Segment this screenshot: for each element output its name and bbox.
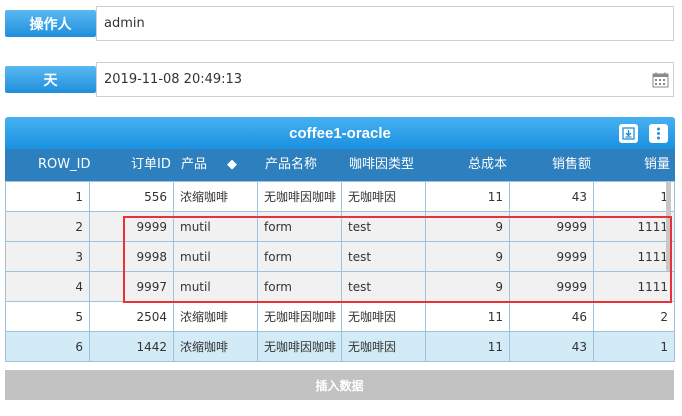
day-input[interactable]: 2019-11-08 20:49:13 [96, 62, 674, 97]
table-cell[interactable]: form [257, 271, 342, 302]
column-header-caffeine-type[interactable]: 咖啡因类型 [349, 149, 414, 181]
table-cell[interactable]: 9999 [509, 241, 594, 272]
table-cell[interactable]: 浓缩咖啡 [173, 181, 258, 212]
table-cell[interactable]: test [341, 241, 426, 272]
table-cell[interactable]: mutil [173, 271, 258, 302]
download-button[interactable] [619, 124, 638, 143]
table-cell[interactable]: 4 [5, 271, 90, 302]
table-row[interactable]: 6 1442 浓缩咖啡 无咖啡因咖啡 无咖啡因 11 43 1 [5, 331, 675, 362]
table-cell[interactable]: form [257, 211, 342, 242]
table-row[interactable]: 2 9999 mutil form test 9 9999 1111 [5, 211, 675, 242]
table-cell[interactable]: mutil [173, 241, 258, 272]
table-cell[interactable]: 556 [89, 181, 174, 212]
download-icon [622, 127, 635, 140]
table-cell[interactable]: 11 [425, 301, 510, 332]
data-table: 1 556 浓缩咖啡 无咖啡因咖啡 无咖啡因 11 43 1 2 9999 mutil form tes… [5, 181, 675, 362]
table-cell[interactable]: 11 [425, 331, 510, 362]
operator-row: 操作人 admin [5, 6, 674, 41]
table-cell[interactable]: 2 [593, 301, 675, 332]
table-cell[interactable]: 1 [5, 181, 90, 212]
table-cell[interactable]: 9997 [89, 271, 174, 302]
table-cell[interactable]: 2504 [89, 301, 174, 332]
table-cell[interactable]: 无咖啡因 [341, 331, 426, 362]
column-header-product-name[interactable]: 产品名称 [265, 149, 317, 181]
table-cell[interactable]: 46 [509, 301, 594, 332]
table-row[interactable]: 1 556 浓缩咖啡 无咖啡因咖啡 无咖啡因 11 43 1 [5, 181, 675, 212]
table-cell[interactable]: 无咖啡因 [341, 301, 426, 332]
more-button[interactable] [649, 124, 668, 143]
table-row[interactable]: 3 9998 mutil form test 9 9999 1111 [5, 241, 675, 272]
table-cell[interactable]: 1442 [89, 331, 174, 362]
table-cell[interactable]: 1111 [593, 271, 675, 302]
table-cell[interactable]: 1111 [593, 241, 675, 272]
table-cell[interactable]: 9 [425, 241, 510, 272]
table-cell[interactable]: 9 [425, 211, 510, 242]
table-cell[interactable]: 1 [593, 181, 675, 212]
operator-label: 操作人 [5, 10, 96, 37]
column-header-quantity[interactable]: 销量 [644, 149, 670, 181]
panel-title: coffee1-oracle [289, 124, 391, 142]
table-cell[interactable]: 浓缩咖啡 [173, 331, 258, 362]
table-cell[interactable]: 1 [593, 331, 675, 362]
table-cell[interactable]: 43 [509, 181, 594, 212]
table-row[interactable]: 5 2504 浓缩咖啡 无咖啡因咖啡 无咖啡因 11 46 2 [5, 301, 675, 332]
table-cell[interactable]: test [341, 271, 426, 302]
table-cell[interactable]: 无咖啡因咖啡 [257, 331, 342, 362]
column-header-row-id[interactable]: ROW_ID [38, 149, 90, 181]
operator-input[interactable]: admin [96, 6, 674, 41]
sort-indicator-icon: ◆ [227, 157, 237, 172]
day-row: 天 2019-11-08 20:49:13 [5, 62, 674, 97]
table-cell[interactable]: 无咖啡因咖啡 [257, 181, 342, 212]
table-row[interactable]: 4 9997 mutil form test 9 9999 1111 [5, 271, 675, 302]
table-cell[interactable]: 5 [5, 301, 90, 332]
table-cell[interactable]: mutil [173, 211, 258, 242]
table-cell[interactable]: 6 [5, 331, 90, 362]
table-cell[interactable]: form [257, 241, 342, 272]
table-cell[interactable]: 无咖啡因咖啡 [257, 301, 342, 332]
table-cell[interactable]: 11 [425, 181, 510, 212]
insert-data-button[interactable]: 插入数据 [5, 370, 674, 400]
table-cell[interactable]: 1111 [593, 211, 675, 242]
table-cell[interactable]: 9999 [509, 211, 594, 242]
calendar-icon[interactable] [652, 72, 669, 88]
table-cell[interactable]: 3 [5, 241, 90, 272]
scrollbar-thumb[interactable] [666, 181, 671, 271]
panel-header: coffee1-oracle [5, 117, 675, 149]
table-cell[interactable]: 9999 [89, 211, 174, 242]
table-cell[interactable]: 浓缩咖啡 [173, 301, 258, 332]
table-cell[interactable]: test [341, 211, 426, 242]
more-vertical-icon [657, 127, 660, 140]
table-cell[interactable]: 9 [425, 271, 510, 302]
column-header-product[interactable]: 产品 [181, 149, 207, 181]
table-cell[interactable]: 9999 [509, 271, 594, 302]
day-value: 2019-11-08 20:49:13 [104, 72, 243, 87]
table-cell[interactable]: 9998 [89, 241, 174, 272]
table-cell[interactable]: 2 [5, 211, 90, 242]
day-label: 天 [5, 66, 96, 93]
column-header-total-cost[interactable]: 总成本 [468, 149, 507, 181]
table-cell[interactable]: 43 [509, 331, 594, 362]
column-header-sales[interactable]: 销售额 [552, 149, 591, 181]
table-header: ROW_ID 订单ID 产品 产品名称 咖啡因类型 总成本 销售额 销量 ◆ [5, 149, 675, 181]
column-header-order-id[interactable]: 订单ID [131, 149, 171, 181]
table-cell[interactable]: 无咖啡因 [341, 181, 426, 212]
data-panel: coffee1-oracle ROW_ID 订单ID 产品 产品名称 咖啡因类型… [5, 117, 675, 364]
